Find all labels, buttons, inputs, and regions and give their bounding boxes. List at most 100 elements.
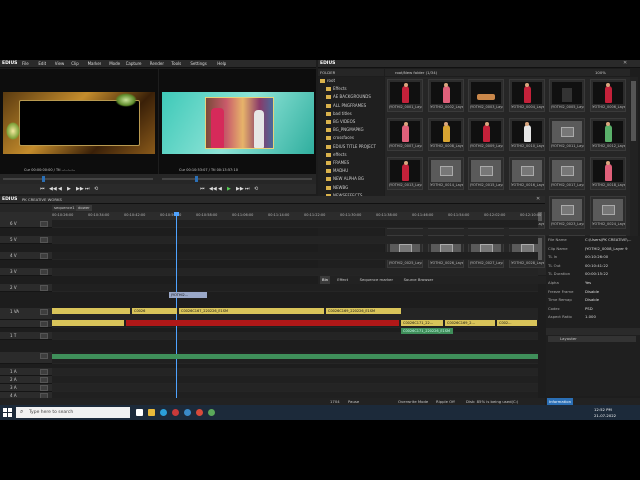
recorder-playhead[interactable]: [195, 176, 198, 182]
folder-item[interactable]: Effects: [318, 85, 382, 93]
track-header[interactable]: [0, 320, 52, 328]
track-lane[interactable]: [52, 368, 538, 376]
track-lane[interactable]: [52, 384, 538, 392]
clip-thumbnail[interactable]: JYOTHI2_0007_Layer 9: [387, 118, 423, 151]
track-header[interactable]: [0, 352, 52, 364]
player-rewind-start-icon[interactable]: ⏮: [40, 185, 45, 193]
track-header[interactable]: 1 A: [0, 368, 52, 376]
audio-track-clip[interactable]: [52, 354, 538, 359]
menu-item-clip[interactable]: Clip: [71, 60, 79, 67]
chrome-icon[interactable]: [196, 409, 203, 416]
close-icon[interactable]: ✕: [536, 196, 540, 203]
recorder-step-back-icon[interactable]: ◀: [218, 185, 222, 193]
menu-item-edit[interactable]: Edit: [38, 60, 46, 67]
folder-item[interactable]: FRAMES: [318, 159, 382, 167]
taskbar-search-input[interactable]: ⌕ Type here to search: [16, 407, 130, 418]
tab-information[interactable]: Information: [547, 398, 573, 405]
clip-thumbnail[interactable]: JYOTHI2_0015_Layer 17: [468, 157, 504, 190]
clip-thumbnail[interactable]: JYOTHI2_0002_Layer 4: [427, 79, 464, 112]
edge-icon[interactable]: [160, 409, 167, 416]
windows-start-icon[interactable]: [3, 408, 12, 417]
track-toggle-icon[interactable]: [40, 237, 48, 243]
track-toggle-icon[interactable]: [40, 221, 48, 227]
recorder-play-icon[interactable]: ▶: [227, 185, 231, 193]
recorder-fast-forward-icon[interactable]: ▶▶: [236, 185, 244, 193]
clip-thumbnail[interactable]: JYOTHI2_0008_Layer 10: [427, 118, 464, 151]
folder-item[interactable]: effects: [318, 151, 382, 159]
title-clip[interactable]: JYOTHI2...: [169, 292, 207, 298]
player-scrub-bar[interactable]: [0, 174, 316, 184]
tab-sequence1[interactable]: sequence1: [52, 205, 77, 211]
clip-thumbnail[interactable]: JYOTHI2_0016_Layer 18: [508, 157, 545, 190]
menu-item-settings[interactable]: Settings: [190, 60, 206, 67]
folder-item[interactable]: MADHU: [318, 167, 382, 175]
layouter-row[interactable]: Layouter: [548, 336, 636, 342]
track-toggle-icon[interactable]: [40, 333, 48, 339]
timeline-clip[interactable]: [52, 308, 130, 314]
menu-item-file[interactable]: File: [22, 60, 29, 67]
clip-thumbnail[interactable]: JYOTHI2_0001_Layer 3: [387, 79, 423, 112]
timeline-clip[interactable]: C0026: [132, 308, 177, 314]
track-toggle-icon[interactable]: [40, 321, 48, 327]
clip-thumbnail[interactable]: JYOTHI2_0003_Layer 5: [468, 79, 504, 112]
app-icon[interactable]: [208, 409, 215, 416]
audio-clip[interactable]: C0026C171_220226_E1SM: [401, 328, 453, 334]
track-toggle-icon[interactable]: [40, 285, 48, 291]
track-toggle-icon[interactable]: [40, 309, 48, 315]
app-icon[interactable]: [184, 409, 191, 416]
player-loop-icon[interactable]: ⟲: [94, 185, 98, 193]
clip-thumbnail[interactable]: JYOTHI2_0006_Layer 8: [589, 79, 626, 112]
folder-item[interactable]: root: [318, 77, 382, 85]
clip-thumbnail[interactable]: JYOTHI2_0024_Layer 26: [589, 196, 626, 229]
clip-thumbnail[interactable]: JYOTHI2_0017_Layer 19: [549, 157, 585, 190]
track-toggle-icon[interactable]: [40, 253, 48, 259]
track-toggle-icon[interactable]: [40, 353, 48, 359]
folder-item[interactable]: AE BACKGROUNDS: [318, 93, 382, 101]
file-explorer-icon[interactable]: [148, 409, 155, 416]
track-lane[interactable]: [52, 376, 538, 384]
track-toggle-icon[interactable]: [40, 369, 48, 375]
folder-item[interactable]: bad titles: [318, 110, 382, 118]
recorder-loop-icon[interactable]: ⟲: [254, 185, 258, 193]
folder-item[interactable]: NEW ALPHA BG: [318, 175, 382, 183]
track-toggle-icon[interactable]: [40, 385, 48, 391]
folder-item[interactable]: crossfaces: [318, 134, 382, 142]
timeline-clip[interactable]: C002...: [497, 320, 537, 326]
timeline-clip[interactable]: C0026C169_2...: [445, 320, 495, 326]
menu-item-help[interactable]: Help: [217, 60, 226, 67]
player-play-icon[interactable]: ▶: [67, 185, 71, 193]
recorder-rewind-start-icon[interactable]: ⏮: [200, 185, 205, 193]
timeline-ruler[interactable]: 00:10:26:00 00:10:34:00 00:10:42:00 00:10:5…: [52, 212, 541, 220]
timeline-clip[interactable]: C0026C171_22...: [401, 320, 443, 326]
timeline-clip[interactable]: [52, 320, 124, 326]
track-header[interactable]: 6 V: [0, 220, 52, 228]
bin-zoom[interactable]: 100%: [595, 69, 606, 76]
clip-thumbnail[interactable]: JYOTHI2_0018_Layer 20: [589, 157, 626, 190]
clip-thumbnail[interactable]: JYOTHI2_0011_Layer 13: [549, 118, 585, 151]
track-header[interactable]: 2 V: [0, 284, 52, 292]
folder-item[interactable]: BG VIDEOS: [318, 118, 382, 126]
track-header[interactable]: 3 A: [0, 384, 52, 392]
clip-thumbnail[interactable]: JYOTHI2_0005_Layer 7: [549, 79, 585, 112]
menu-item-mode[interactable]: Mode: [109, 60, 120, 67]
clip-thumbnail[interactable]: JYOTHI2_0009_Layer 11: [468, 118, 504, 151]
timeline-clip[interactable]: C0026C167_220226_E1SM: [179, 308, 324, 314]
folder-item[interactable]: BG_PNGMAPKG: [318, 126, 382, 134]
track-header[interactable]: 1 T: [0, 332, 52, 340]
player-fast-forward-icon[interactable]: ▶▶: [76, 185, 84, 193]
track-header[interactable]: 4 V: [0, 252, 52, 260]
folder-item[interactable]: NEWBG: [318, 184, 382, 192]
tab-dower[interactable]: dower: [76, 205, 92, 211]
timeline-clip[interactable]: C0026C169_220226_E1SM: [326, 308, 401, 314]
track-header[interactable]: 2 A: [0, 376, 52, 384]
folder-item[interactable]: ALL PNGFRAMES: [318, 102, 382, 110]
menu-item-render[interactable]: Render: [150, 60, 164, 67]
menu-item-marker[interactable]: Marker: [88, 60, 102, 67]
track-header[interactable]: 3 V: [0, 268, 52, 276]
app-icon[interactable]: [172, 409, 179, 416]
track-toggle-icon[interactable]: [40, 377, 48, 383]
recorder-skip-end-icon[interactable]: ⏭: [245, 185, 250, 193]
menu-item-view[interactable]: View: [55, 60, 65, 67]
track-toggle-icon[interactable]: [40, 269, 48, 275]
close-icon[interactable]: ✕: [623, 60, 627, 67]
